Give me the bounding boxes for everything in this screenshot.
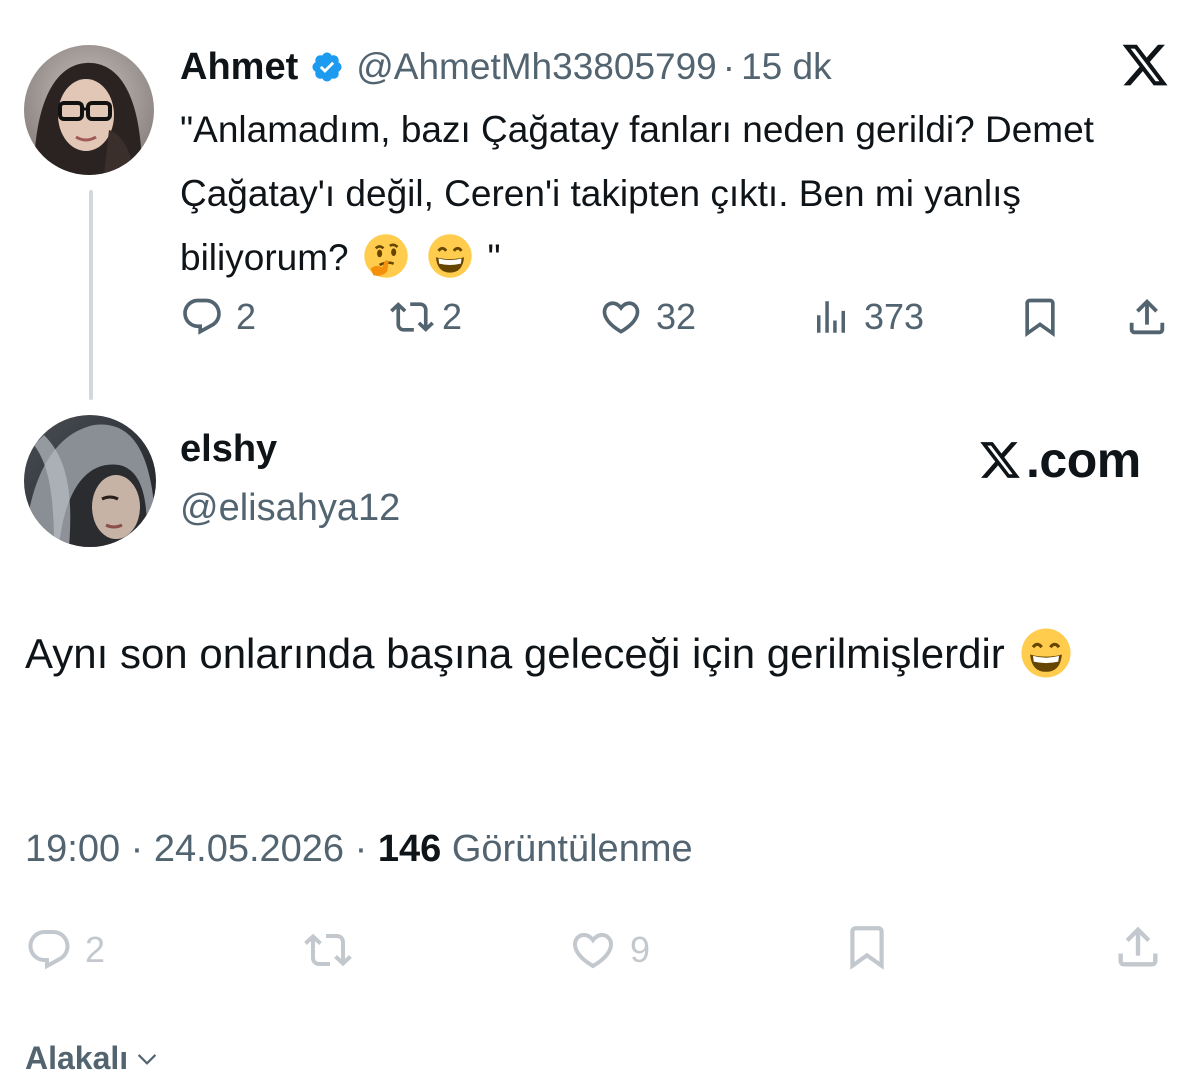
parent-tweet-body: "Anlamadım, bazı Çağatay fanları neden g… — [180, 109, 1094, 278]
thinking-face-icon — [363, 233, 409, 279]
retweet-icon — [304, 933, 352, 967]
grinning-face-icon — [1020, 627, 1072, 679]
reply-time[interactable]: 19:00 — [25, 828, 120, 870]
reply-reply-button[interactable]: 2 — [25, 925, 105, 975]
x-brand-icon — [980, 442, 1020, 478]
reply-views-count: 146 — [377, 828, 442, 870]
parent-time-ago[interactable]: 15 dk — [741, 46, 832, 88]
reply-retweet-button[interactable] — [302, 925, 354, 975]
parent-like-count: 32 — [656, 296, 697, 337]
parent-bookmark-button[interactable] — [1018, 292, 1062, 342]
reply-display-name[interactable]: elshy — [180, 428, 277, 471]
verified-badge-icon — [310, 50, 344, 84]
thread-connector-line — [89, 190, 93, 400]
retweet-icon — [390, 302, 434, 332]
reply-share-button[interactable] — [1112, 922, 1164, 972]
parent-reply-button[interactable]: 2 — [180, 292, 256, 342]
views-chart-icon — [817, 301, 845, 333]
parent-share-button[interactable] — [1124, 292, 1170, 342]
x-logo-icon — [1120, 40, 1170, 90]
reply-reply-count: 2 — [85, 929, 106, 970]
parent-retweet-button[interactable]: 2 — [388, 292, 462, 342]
reply-like-button[interactable]: 9 — [568, 925, 650, 975]
reply-icon — [28, 930, 70, 970]
chevron-down-icon — [138, 1053, 157, 1065]
share-icon — [1118, 926, 1158, 967]
reply-avatar[interactable] — [24, 415, 156, 547]
parent-reply-count: 2 — [236, 296, 257, 337]
reply-icon — [183, 298, 221, 335]
related-dropdown[interactable]: Alakalı — [25, 1040, 160, 1077]
parent-retweet-count: 2 — [442, 296, 463, 337]
parent-avatar[interactable] — [24, 45, 154, 175]
parent-tweet-closing-quote: " — [487, 237, 501, 278]
reply-tweet-body: Aynı son onlarında başına geleceği için … — [25, 630, 1005, 677]
reply-like-count: 9 — [630, 929, 651, 970]
share-icon — [1129, 298, 1165, 335]
xcom-text: .com — [1026, 432, 1141, 488]
separator-dot: · — [722, 46, 736, 87]
separator-dot: · — [130, 828, 144, 870]
parent-like-button[interactable]: 32 — [598, 292, 696, 342]
reply-bookmark-button[interactable] — [842, 922, 892, 972]
bookmark-icon — [1025, 298, 1055, 338]
xcom-brand: .com — [978, 430, 1141, 490]
parent-views-button[interactable]: 373 — [810, 292, 924, 342]
related-label: Alakalı — [25, 1040, 129, 1076]
reply-date[interactable]: 24.05.2026 — [154, 828, 344, 870]
parent-handle[interactable]: @AhmetMh33805799 — [356, 46, 717, 88]
reply-views-label: Görüntülenme — [451, 828, 693, 870]
parent-views-count: 373 — [864, 296, 925, 337]
parent-display-name[interactable]: Ahmet — [180, 46, 298, 89]
heart-icon — [572, 933, 614, 969]
grinning-face-icon — [427, 233, 473, 279]
parent-tweet-header: Ahmet @AhmetMh33805799 · 15 dk — [180, 42, 832, 92]
reply-meta: 19:00 · 24.05.2026 · 146 Görüntülenme — [25, 828, 693, 871]
heart-icon — [602, 301, 640, 334]
bookmark-icon — [850, 926, 884, 970]
reply-tweet-text: Aynı son onlarında başına geleceği için … — [25, 620, 1175, 688]
parent-tweet-text: "Anlamadım, bazı Çağatay fanları neden g… — [180, 98, 1170, 290]
reply-handle[interactable]: @elisahya12 — [180, 487, 400, 530]
separator-dot: · — [354, 828, 368, 870]
